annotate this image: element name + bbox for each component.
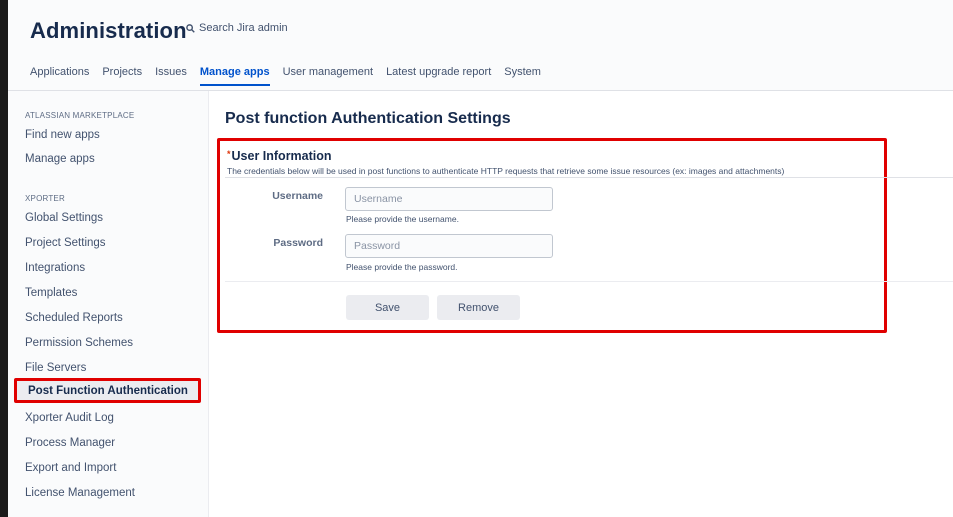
sidebar-item-xporter-audit-log[interactable]: Xporter Audit Log	[25, 412, 114, 424]
password-label: Password	[273, 237, 323, 249]
admin-search[interactable]: Search Jira admin	[186, 22, 288, 34]
tab-latest-upgrade-report[interactable]: Latest upgrade report	[386, 66, 491, 86]
page-title: Post function Authentication Settings	[225, 110, 511, 127]
admin-header: Administration Search Jira admin Applica…	[8, 0, 953, 91]
sidebar-item-export-and-import[interactable]: Export and Import	[25, 462, 116, 474]
sidebar: ATLASSIAN MARKETPLACE Find new apps Mana…	[8, 91, 209, 517]
username-field[interactable]	[345, 187, 553, 211]
search-icon	[186, 23, 195, 33]
sidebar-item-post-function-authentication[interactable]: Post Function Authentication	[14, 378, 201, 403]
sidebar-item-scheduled-reports[interactable]: Scheduled Reports	[25, 312, 123, 324]
tab-manage-apps[interactable]: Manage apps	[199, 66, 270, 86]
sidebar-item-integrations[interactable]: Integrations	[25, 262, 85, 274]
tab-applications[interactable]: Applications	[30, 66, 89, 86]
sidebar-heading-marketplace: ATLASSIAN MARKETPLACE	[25, 111, 135, 120]
admin-nav-tabs: Applications Projects Issues Manage apps…	[30, 66, 554, 86]
tab-user-management[interactable]: User management	[283, 66, 374, 86]
required-marker: *	[227, 149, 231, 159]
sidebar-item-find-new-apps[interactable]: Find new apps	[25, 129, 100, 141]
password-field[interactable]	[345, 234, 553, 258]
sidebar-item-project-settings[interactable]: Project Settings	[25, 237, 106, 249]
username-help: Please provide the username.	[346, 214, 459, 224]
search-input[interactable]: Search Jira admin	[199, 22, 288, 34]
tab-issues[interactable]: Issues	[155, 66, 187, 86]
window-edge	[0, 0, 8, 517]
username-label: Username	[272, 190, 323, 202]
sidebar-heading-xporter: XPORTER	[25, 194, 65, 203]
section-description: The credentials below will be used in po…	[227, 166, 785, 176]
sidebar-item-manage-apps[interactable]: Manage apps	[25, 153, 95, 165]
password-help: Please provide the password.	[346, 262, 458, 272]
page-header-title: Administration	[30, 18, 187, 43]
tab-projects[interactable]: Projects	[102, 66, 142, 86]
buttons-divider	[225, 281, 953, 282]
save-button[interactable]: Save	[346, 295, 429, 320]
sidebar-item-global-settings[interactable]: Global Settings	[25, 212, 103, 224]
section-title-text: User Information	[231, 149, 332, 163]
sidebar-item-license-management[interactable]: License Management	[25, 487, 135, 499]
sidebar-item-permission-schemes[interactable]: Permission Schemes	[25, 337, 133, 349]
section-title: *User Information	[227, 149, 332, 163]
remove-button[interactable]: Remove	[437, 295, 520, 320]
sidebar-item-templates[interactable]: Templates	[25, 287, 77, 299]
section-divider	[225, 177, 953, 178]
sidebar-item-process-manager[interactable]: Process Manager	[25, 437, 115, 449]
sidebar-item-file-servers[interactable]: File Servers	[25, 362, 86, 374]
tab-system[interactable]: System	[504, 66, 541, 86]
